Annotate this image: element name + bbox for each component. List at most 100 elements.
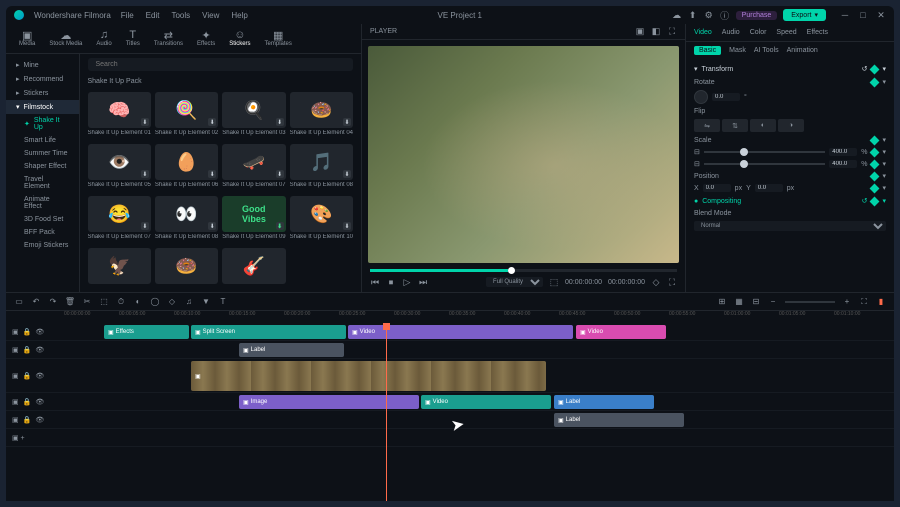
grid-item[interactable]: 🧠⬇Shake It Up Element 01: [88, 92, 151, 140]
tree-3d-food[interactable]: 3D Food Set: [6, 213, 79, 226]
lock-icon[interactable]: 🔒: [23, 416, 32, 424]
scale-input-2[interactable]: [829, 160, 857, 168]
lock-icon[interactable]: 🔒: [23, 346, 32, 354]
flip-h-button[interactable]: ⇋: [694, 119, 720, 132]
tree-shake-it-up[interactable]: ✦Shake It Up: [6, 114, 79, 134]
clip-label[interactable]: ▣ Label: [239, 343, 344, 357]
tab-transitions[interactable]: ⇄Transitions: [147, 28, 190, 49]
grid-item[interactable]: 🍭⬇Shake It Up Element 02: [155, 92, 218, 140]
expand-icon[interactable]: ⛶: [667, 27, 677, 37]
grid-item[interactable]: 🍩: [155, 248, 218, 288]
keyframe-icon[interactable]: [870, 135, 880, 145]
tab-titles[interactable]: TTitles: [119, 28, 147, 49]
eye-icon[interactable]: 👁: [35, 416, 44, 424]
close-icon[interactable]: ✕: [876, 10, 886, 20]
tab-audio[interactable]: Audio: [722, 29, 740, 36]
snapshot-icon[interactable]: ▣: [635, 27, 645, 37]
clip-video[interactable]: ▣ Video: [348, 325, 573, 339]
keyframe-icon[interactable]: [870, 147, 880, 157]
stop-icon[interactable]: ⏹: [386, 277, 396, 287]
download-icon[interactable]: ⬇: [208, 170, 216, 178]
zoom-slider[interactable]: [785, 301, 835, 303]
tab-stickers[interactable]: ☺Stickers: [222, 28, 257, 49]
lock-icon[interactable]: 🔒: [23, 328, 32, 336]
tree-stickers[interactable]: ▸Stickers: [6, 86, 79, 100]
play-icon[interactable]: ▷: [402, 277, 412, 287]
clip-video3[interactable]: ▣ Video: [421, 395, 551, 409]
timeline-ruler[interactable]: 00:00:00:00 00:00:05:00 00:00:10:00 00:0…: [64, 311, 894, 323]
tree-emoji-stickers[interactable]: Emoji Stickers: [6, 239, 79, 252]
subtab-ai[interactable]: AI Tools: [754, 47, 779, 54]
clip-label2[interactable]: ▣ Label: [554, 395, 654, 409]
next-frame-icon[interactable]: ⏭: [418, 277, 428, 287]
zoom-in[interactable]: +: [842, 297, 852, 307]
tree-shaper-effect[interactable]: Shaper Effect: [6, 160, 79, 173]
search-input[interactable]: [88, 58, 354, 71]
cloud-icon[interactable]: ☁: [672, 10, 682, 20]
tool-marker[interactable]: ▮: [876, 297, 886, 307]
download-icon[interactable]: ⬇: [276, 170, 284, 178]
transform-header[interactable]: ▾ Transform↺ ▾: [694, 62, 886, 76]
tool-split[interactable]: ✂: [82, 297, 92, 307]
video-preview[interactable]: [368, 46, 679, 263]
grid-item[interactable]: 🥚⬇Shake It Up Element 06: [155, 144, 218, 192]
download-icon[interactable]: ⬇: [141, 118, 149, 126]
maximize-icon[interactable]: □: [858, 10, 868, 20]
eye-icon[interactable]: 👁: [35, 328, 44, 336]
subtab-animation[interactable]: Animation: [787, 47, 818, 54]
keyframe-icon[interactable]: [870, 64, 880, 74]
mark-icon[interactable]: ◇: [651, 277, 661, 287]
menu-help[interactable]: Help: [231, 11, 247, 20]
tree-mine[interactable]: ▸Mine: [6, 58, 79, 72]
clip-label3[interactable]: ▣ Label: [554, 413, 684, 427]
rotate-input[interactable]: [712, 93, 740, 101]
tab-speed[interactable]: Speed: [776, 29, 796, 36]
flip-3-button[interactable]: ◐: [750, 119, 776, 132]
tool-key[interactable]: ◇: [167, 297, 177, 307]
tool-render[interactable]: ▦: [734, 297, 744, 307]
tab-stock[interactable]: ☁Stock Media: [42, 28, 89, 49]
fullscreen-icon[interactable]: ⛶: [667, 277, 677, 287]
tool-undo[interactable]: ↶: [31, 297, 41, 307]
tree-animate-effect[interactable]: Animate Effect: [6, 193, 79, 213]
tab-video[interactable]: Video: [694, 29, 712, 36]
keyframe-icon[interactable]: [870, 77, 880, 87]
download-icon[interactable]: ⬇: [343, 170, 351, 178]
pos-y-input[interactable]: [755, 184, 783, 192]
tab-audio[interactable]: ♫Audio: [89, 28, 118, 49]
grid-item[interactable]: 👁️⬇Shake It Up Element 05: [88, 144, 151, 192]
bell-icon[interactable]: ⓘ: [720, 10, 730, 20]
grid-item[interactable]: 👀⬇Shake It Up Element 08: [155, 196, 218, 244]
tool-delete[interactable]: 🗑: [65, 297, 75, 307]
tool-snap[interactable]: ⊟: [751, 297, 761, 307]
flip-v-button[interactable]: ⇅: [722, 119, 748, 132]
tree-bff-pack[interactable]: BFF Pack: [6, 226, 79, 239]
tree-smart-life[interactable]: Smart Life: [6, 134, 79, 147]
tree-filmstock[interactable]: ▾Filmstock: [6, 100, 79, 114]
minimize-icon[interactable]: ─: [840, 10, 850, 20]
subtab-basic[interactable]: Basic: [694, 46, 721, 55]
pos-x-input[interactable]: [703, 184, 731, 192]
clip-main-video[interactable]: ▣: [191, 361, 546, 391]
download-icon[interactable]: ⬇: [343, 118, 351, 126]
eye-icon[interactable]: 👁: [35, 372, 44, 380]
eye-icon[interactable]: 👁: [35, 346, 44, 354]
tree-recommend[interactable]: ▸Recommend: [6, 72, 79, 86]
eye-icon[interactable]: 👁: [35, 398, 44, 406]
compare-icon[interactable]: ◧: [651, 27, 661, 37]
menu-view[interactable]: View: [202, 11, 219, 20]
grid-item[interactable]: GoodVibes⬇Shake It Up Element 09: [222, 196, 285, 244]
scale-slider[interactable]: [704, 151, 825, 153]
tool-fit[interactable]: ⛶: [859, 297, 869, 307]
clip-effects[interactable]: ▣ Effects: [104, 325, 189, 339]
zoom-out[interactable]: −: [768, 297, 778, 307]
purchase-button[interactable]: Purchase: [736, 11, 778, 20]
grid-item[interactable]: 🎸: [222, 248, 285, 288]
tab-media[interactable]: ▣Media: [12, 28, 42, 49]
grid-item[interactable]: 🛹⬇Shake It Up Element 07: [222, 144, 285, 192]
download-icon[interactable]: ⬇: [141, 222, 149, 230]
grid-item[interactable]: 🎵⬇Shake It Up Element 08: [290, 144, 353, 192]
clip-video2[interactable]: ▣ Video: [576, 325, 666, 339]
tab-effects[interactable]: Effects: [807, 29, 828, 36]
subtab-mask[interactable]: Mask: [729, 47, 746, 54]
